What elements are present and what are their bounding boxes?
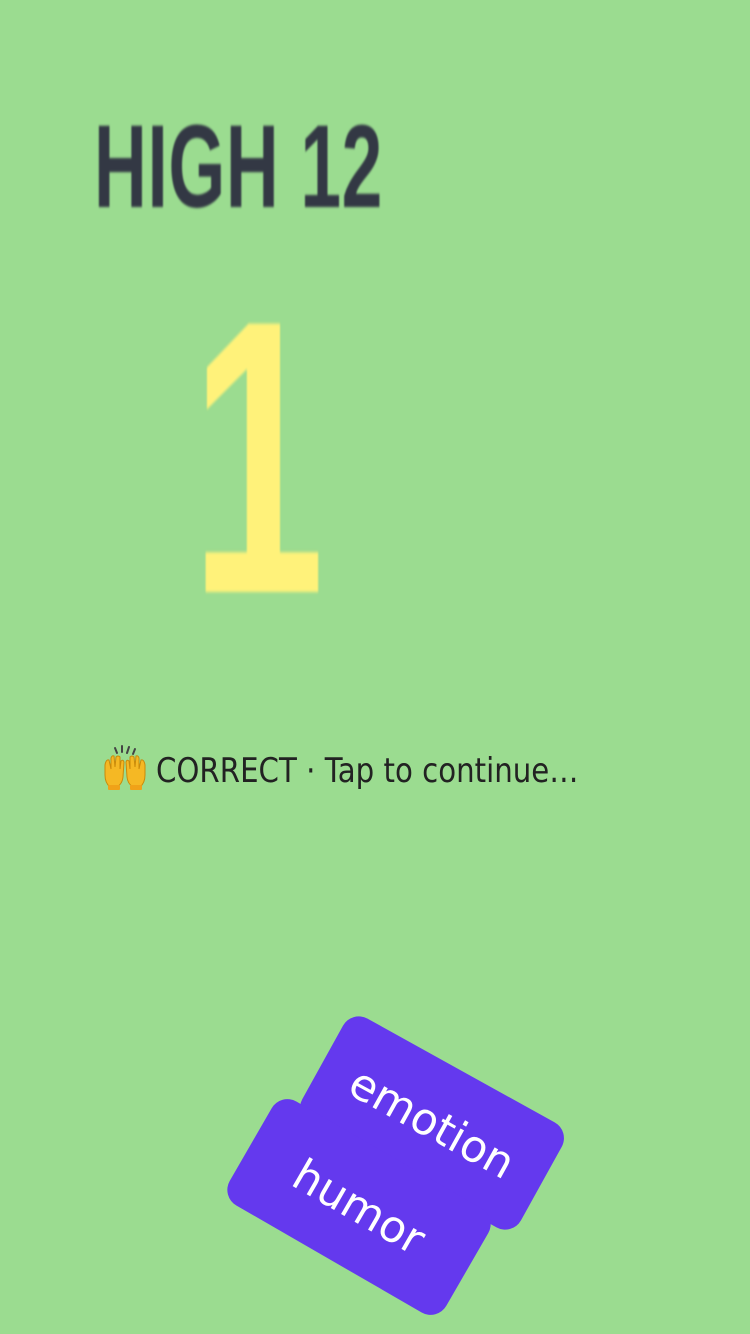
status-text: CORRECT · Tap to continue… [156, 750, 579, 791]
current-score: 1 [190, 239, 325, 675]
raising-hands-icon [104, 744, 146, 790]
tap-to-continue-prompt[interactable]: CORRECT · Tap to continue… [0, 744, 750, 794]
high-score-label: HIGH 12 [94, 101, 383, 233]
game-screen[interactable]: HIGH 12 1 CORRECT · Tap to continue… emo… [0, 0, 750, 1334]
